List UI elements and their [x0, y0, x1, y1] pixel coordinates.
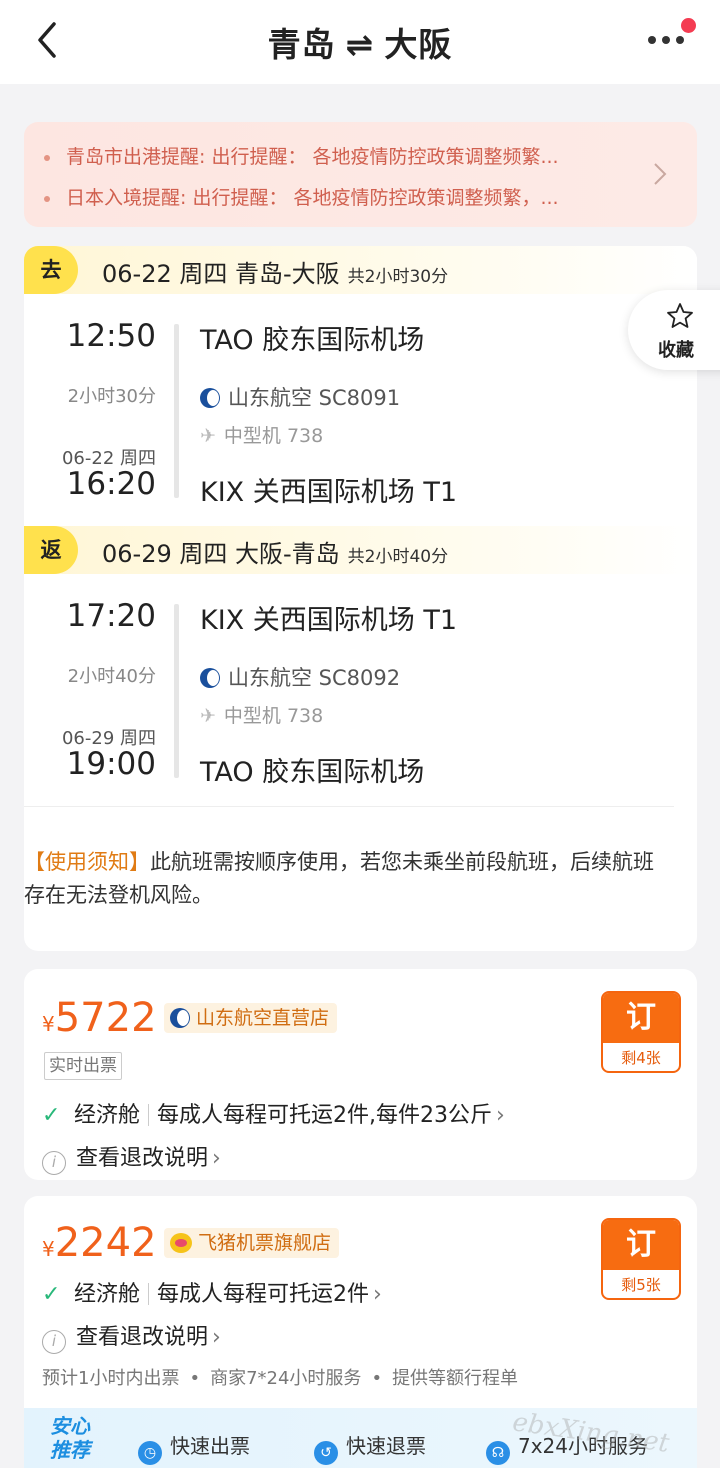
store-badge[interactable]: 山东航空直营店: [164, 1003, 338, 1033]
favorite-button[interactable]: 收藏: [628, 290, 720, 370]
flight-duration: 2小时40分: [67, 666, 156, 687]
arrival-airport: KIX 关西国际机场 T1: [200, 477, 458, 508]
departure-airport: KIX 关西国际机场 T1: [200, 605, 458, 636]
swap-icon[interactable]: ⇌: [346, 25, 375, 64]
aircraft-info: ✈ 中型机 738: [200, 425, 324, 447]
usage-notice: 【使用须知】此航班需按顺序使用，若您未乘坐前段航班，后续航班存在无法登机风险。: [24, 850, 654, 907]
outbound-summary: 06-22 周四 青岛-大阪 共2小时30分: [102, 260, 449, 288]
arrival-airport: TAO 胶东国际机场: [200, 757, 425, 788]
refund-icon: ↺: [314, 1441, 338, 1465]
plane-icon: ✈: [200, 425, 216, 447]
arrival-time: 19:00: [66, 746, 156, 782]
outbound-header: 去 06-22 周四 青岛-大阪 共2小时30分: [24, 246, 697, 294]
fare-price: ¥5722: [42, 995, 157, 1041]
return-header: 返 06-29 周四 大阪-青岛 共2小时40分: [24, 526, 697, 574]
fare-price: ¥2242: [42, 1220, 157, 1266]
top-bar: 青岛 ⇌ 大阪: [0, 0, 720, 84]
cabin-baggage-info[interactable]: ✓ 经济舱 每成人每程可托运2件,每件23公斤 ›: [42, 1097, 505, 1129]
info-icon: i: [42, 1330, 66, 1354]
departure-time: 17:20: [66, 598, 156, 634]
star-icon: [667, 303, 693, 328]
headset-icon: ☊: [486, 1441, 510, 1465]
departure-time: 12:50: [66, 318, 156, 354]
page-title: 青岛 ⇌ 大阪: [0, 18, 720, 66]
timeline-line: [174, 604, 179, 778]
destination-city: 大阪: [384, 25, 453, 64]
divider: [24, 806, 674, 807]
return-tag: 返: [24, 526, 78, 574]
notice-item: 日本入境提醒: 出行提醒： 各地疫情防控政策调整频繁，...: [44, 183, 559, 210]
flight-itinerary-card: 去 06-22 周四 青岛-大阪 共2小时30分 12:50 2小时30分 06-…: [24, 246, 697, 951]
cabin-baggage-info[interactable]: ✓ 经济舱 每成人每程可托运2件 ›: [42, 1276, 382, 1308]
travel-notice-banner[interactable]: 青岛市出港提醒: 出行提醒： 各地疫情防控政策调整频繁... 日本入境提醒: 出…: [24, 122, 697, 227]
notification-dot: [681, 18, 696, 33]
chevron-right-icon: ›: [212, 1325, 221, 1350]
favorite-label: 收藏: [658, 340, 694, 361]
more-icon[interactable]: [648, 18, 696, 50]
shandong-airlines-logo: [200, 668, 220, 688]
fare-option-card[interactable]: ¥5722 山东航空直营店 实时出票 订 剩4张 ✓ 经济舱 每成人每程可托运2件,…: [24, 969, 697, 1180]
store-badge[interactable]: 飞猪机票旗舰店: [164, 1228, 340, 1258]
info-icon: i: [42, 1151, 66, 1175]
shandong-airlines-logo: [200, 388, 220, 408]
check-icon: ✓: [42, 1282, 61, 1307]
airline-info: 山东航空 SC8091: [200, 382, 400, 412]
service-features: 预计1小时内出票 • 商家7*24小时服务 • 提供等额行程单: [42, 1368, 519, 1389]
fliggy-pig-logo: [170, 1233, 192, 1253]
refund-policy-link[interactable]: i 查看退改说明 ›: [42, 1140, 221, 1175]
chevron-right-icon: ›: [212, 1146, 221, 1171]
assurance-title: 安心推荐: [50, 1414, 90, 1462]
realtime-ticket-badge: 实时出票: [44, 1052, 122, 1080]
remaining-seats: 剩4张: [621, 1049, 661, 1067]
timeline-line: [174, 324, 179, 498]
remaining-seats: 剩5张: [621, 1276, 661, 1294]
arrival-time: 16:20: [66, 466, 156, 502]
chevron-right-icon: ›: [496, 1103, 505, 1128]
book-button[interactable]: 订 剩4张: [601, 991, 681, 1073]
book-button[interactable]: 订 剩5张: [601, 1218, 681, 1300]
airline-info: 山东航空 SC8092: [200, 662, 400, 692]
aircraft-info: ✈ 中型机 738: [200, 705, 324, 727]
assurance-item: ◷ 快速出票: [138, 1430, 250, 1465]
departure-airport: TAO 胶东国际机场: [200, 325, 425, 356]
return-summary: 06-29 周四 大阪-青岛 共2小时40分: [102, 540, 449, 568]
outbound-tag: 去: [24, 246, 78, 294]
plane-icon: ✈: [200, 705, 216, 727]
clock-icon: ◷: [138, 1441, 162, 1465]
chevron-right-icon: ›: [373, 1282, 382, 1307]
notice-item: 青岛市出港提醒: 出行提醒： 各地疫情防控政策调整频繁...: [44, 142, 559, 169]
origin-city: 青岛: [267, 25, 336, 64]
chevron-right-icon: [654, 163, 667, 185]
refund-policy-link[interactable]: i 查看退改说明 ›: [42, 1319, 221, 1354]
assurance-item: ↺ 快速退票: [314, 1430, 426, 1465]
shandong-airlines-logo: [170, 1008, 190, 1028]
check-icon: ✓: [42, 1103, 61, 1128]
flight-duration: 2小时30分: [67, 386, 156, 407]
